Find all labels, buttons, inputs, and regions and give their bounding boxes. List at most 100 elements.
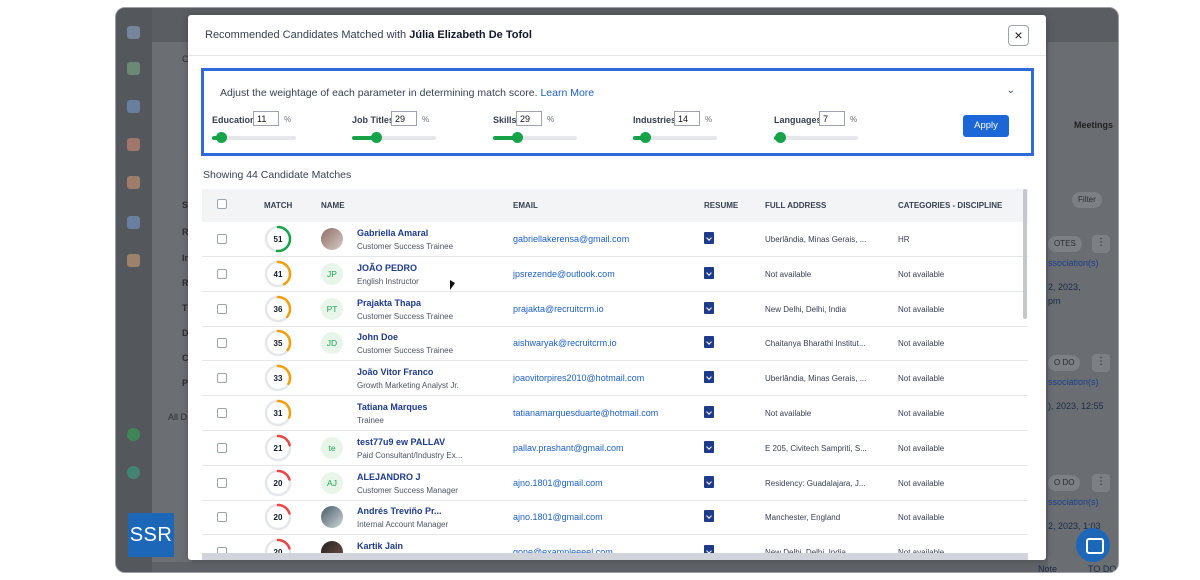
bg-link[interactable]: ssociation(s) xyxy=(1048,258,1099,268)
table-row[interactable]: 31 Tatiana Marques Trainee tatianamarquesdu… xyxy=(202,396,1028,431)
billing-icon[interactable] xyxy=(127,428,140,441)
resume-download-icon[interactable] xyxy=(704,232,714,244)
candidate-email[interactable]: ajno.1801@gmail.com xyxy=(513,512,603,522)
dashboard-icon[interactable] xyxy=(127,26,140,39)
table-row[interactable]: 41 JP JOÃO PEDRO English Instructor jpsrezen… xyxy=(202,257,1028,292)
filter-button[interactable]: Filter xyxy=(1072,192,1102,208)
candidate-name[interactable]: João Vitor Franco xyxy=(357,367,433,377)
table-row[interactable]: 51 Gabriella Amaral Customer Success Train… xyxy=(202,222,1028,257)
languages-input[interactable] xyxy=(819,111,845,126)
row-checkbox[interactable] xyxy=(217,442,227,453)
slider-handle[interactable] xyxy=(216,132,228,143)
industries-slider[interactable] xyxy=(633,132,717,143)
reports-icon[interactable] xyxy=(127,466,140,479)
candidates-icon[interactable] xyxy=(127,62,140,75)
candidates-table: MATCH NAME EMAIL RESUME FULL ADDRESS CAT… xyxy=(202,189,1028,554)
column-header-category[interactable]: CATEGORIES - DISCIPLINE xyxy=(898,201,1002,210)
candidate-email[interactable]: joaovitorpires2010@hotmail.com xyxy=(513,373,644,383)
candidate-name[interactable]: Prajakta Thapa xyxy=(357,298,421,308)
bg-link[interactable]: ssociation(s) xyxy=(1048,497,1099,507)
resume-download-icon[interactable] xyxy=(704,301,714,314)
jobs-icon[interactable] xyxy=(127,176,140,189)
column-header-match[interactable]: MATCH xyxy=(264,201,292,210)
candidate-email[interactable]: aishwaryak@recruitcrm.io xyxy=(513,338,617,348)
param-industries: Industries % xyxy=(628,111,758,151)
table-row[interactable]: 20Kartik Jaingone@exampleeeel.comNew Del… xyxy=(202,535,1028,554)
candidate-name[interactable]: Kartik Jain xyxy=(357,541,403,551)
table-row[interactable]: 21 te test77u9 ew PALLAV Paid Consultant/In… xyxy=(202,431,1028,466)
candidate-name[interactable]: John Doe xyxy=(357,332,398,342)
languages-slider[interactable] xyxy=(774,132,858,143)
candidate-email[interactable]: ajno.1801@gmail.com xyxy=(513,478,603,488)
row-checkbox[interactable] xyxy=(217,408,227,418)
row-checkbox[interactable] xyxy=(217,234,227,244)
table-row[interactable]: 35 JD John Doe Customer Success Trainee aish… xyxy=(202,326,1028,362)
resume-download-icon[interactable] xyxy=(704,371,714,384)
candidate-name[interactable]: Gabriella Amaral xyxy=(357,228,428,238)
meetings-tab[interactable]: Meetings xyxy=(1074,120,1113,130)
column-header-resume[interactable]: RESUME xyxy=(704,201,738,210)
candidate-name[interactable]: Andrés Treviño Pr... xyxy=(357,506,442,516)
slider-handle[interactable] xyxy=(371,132,383,143)
table-row[interactable]: 33 João Vitor Franco Growth Marketing Anal… xyxy=(202,361,1028,397)
education-slider[interactable] xyxy=(212,132,296,143)
candidate-email[interactable]: tatianamarquesduarte@hotmail.com xyxy=(513,408,658,418)
table-row[interactable]: 20 AJ ALEJANDRO J Customer Success Manager a… xyxy=(202,466,1028,501)
table-row[interactable]: 36 PT Prajakta Thapa Customer Success Train… xyxy=(202,292,1028,327)
row-checkbox[interactable] xyxy=(217,373,227,384)
job-titles-input[interactable] xyxy=(391,111,417,126)
candidate-email[interactable]: jpsrezende@outlook.com xyxy=(513,269,615,279)
industries-input[interactable] xyxy=(674,111,700,126)
column-header-address[interactable]: FULL ADDRESS xyxy=(765,201,826,210)
close-button[interactable]: × xyxy=(1008,25,1029,46)
candidate-email[interactable]: gabriellakerensa@gmail.com xyxy=(513,234,629,244)
resume-download-icon[interactable] xyxy=(704,336,714,349)
more-icon[interactable]: ⋮ xyxy=(1092,354,1110,372)
match-score-ring: 41 xyxy=(264,260,292,288)
match-score: 41 xyxy=(274,270,283,279)
mail-icon[interactable] xyxy=(127,216,140,229)
candidate-email[interactable]: pallav.prashant@gmail.com xyxy=(513,443,624,453)
row-checkbox[interactable] xyxy=(217,303,227,314)
row-checkbox[interactable] xyxy=(217,512,227,523)
learn-more-link[interactable]: Learn More xyxy=(540,87,594,99)
chat-icon[interactable] xyxy=(1076,528,1110,562)
education-input[interactable] xyxy=(253,111,279,126)
candidate-name[interactable]: JOÃO PEDRO xyxy=(357,263,417,273)
job-titles-slider[interactable] xyxy=(352,132,436,143)
vertical-scrollbar[interactable] xyxy=(1023,189,1027,319)
table-row[interactable]: 20 Andrés Treviño Pr... Internal Account M… xyxy=(202,500,1028,536)
calendar-icon[interactable] xyxy=(127,254,140,267)
candidate-name[interactable]: test77u9 ew PALLAV xyxy=(357,437,445,447)
row-checkbox[interactable] xyxy=(217,477,227,488)
apply-button[interactable]: Apply xyxy=(963,115,1009,137)
companies-icon[interactable] xyxy=(127,100,140,113)
candidate-name[interactable]: ALEJANDRO J xyxy=(357,472,421,482)
slider-handle[interactable] xyxy=(774,132,786,143)
slider-handle[interactable] xyxy=(512,132,524,143)
row-checkbox[interactable] xyxy=(217,268,227,279)
resume-download-icon[interactable] xyxy=(704,406,714,418)
candidate-email[interactable]: prajakta@recruitcrm.io xyxy=(513,304,604,314)
resume-download-icon[interactable] xyxy=(704,266,714,279)
resume-download-icon[interactable] xyxy=(704,510,714,523)
bg-link[interactable]: ssociation(s) xyxy=(1048,377,1099,387)
match-score: 33 xyxy=(274,374,283,383)
row-checkbox[interactable] xyxy=(217,338,227,349)
resume-download-icon[interactable] xyxy=(704,440,714,453)
skills-slider[interactable] xyxy=(493,132,577,143)
horizontal-scrollbar[interactable] xyxy=(202,553,1028,560)
chevron-down-icon[interactable]: ⌄ xyxy=(1007,85,1015,96)
more-icon[interactable]: ⋮ xyxy=(1092,474,1110,492)
match-score-ring: 36 xyxy=(264,295,292,322)
resume-download-icon[interactable] xyxy=(704,475,714,488)
slider-handle[interactable] xyxy=(639,132,651,143)
contacts-icon[interactable] xyxy=(127,138,140,151)
skills-input[interactable] xyxy=(516,111,542,126)
column-header-name[interactable]: NAME xyxy=(321,201,345,210)
select-all-checkbox[interactable] xyxy=(217,199,227,209)
candidate-name[interactable]: Tatiana Marques xyxy=(357,402,427,412)
column-header-email[interactable]: EMAIL xyxy=(513,201,538,210)
candidate-category: Not available xyxy=(898,478,945,488)
more-icon[interactable]: ⋮ xyxy=(1092,235,1110,253)
